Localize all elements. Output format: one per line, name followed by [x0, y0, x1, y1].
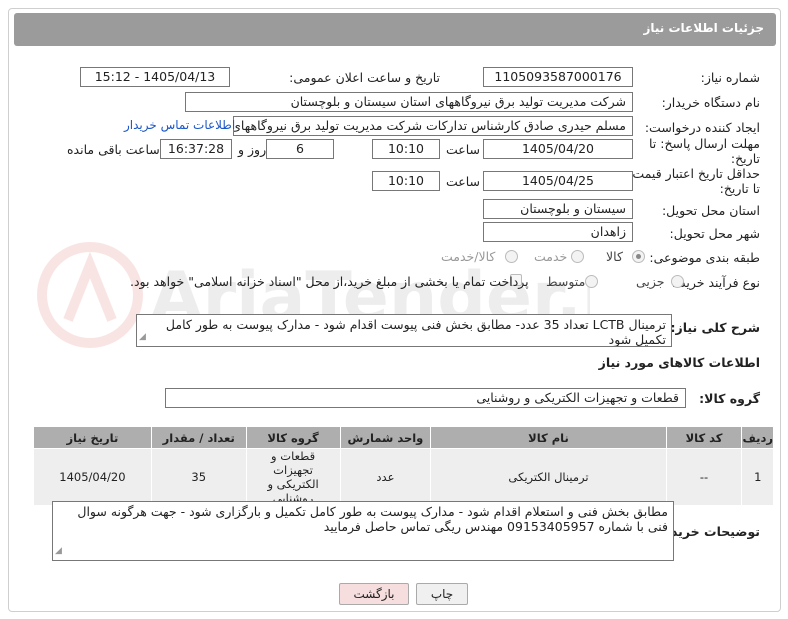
col-qty: تعداد / مقدار [150, 426, 247, 449]
cell-code: -- [665, 448, 743, 506]
resize-grip-icon[interactable]: ◢ [55, 544, 62, 559]
province-field: سیستان و بلوچستان [483, 199, 633, 219]
cell-date: 1405/04/20 [33, 448, 152, 506]
reply-deadline-label: مهلت ارسال پاسخ: تا تاریخ: [649, 136, 760, 166]
category-radio-goods-service[interactable] [505, 250, 518, 263]
validity-time-field: 10:10 [372, 171, 440, 191]
category-goods-service-label: کالا/خدمت [441, 249, 496, 264]
validity-date-field: 1405/04/25 [483, 171, 633, 191]
cell-group: قطعات و تجهیزات الکتریکی و روشنایی [245, 448, 341, 506]
days-label: روز و [238, 142, 267, 157]
description-textarea[interactable]: ترمینال LCTB تعداد 35 عدد- مطابق بخش فنی… [136, 314, 672, 347]
reply-date-field: 1405/04/20 [483, 139, 633, 159]
buyer-org-label: نام دستگاه خریدار: [661, 95, 760, 110]
category-radio-goods[interactable] [632, 250, 645, 263]
validity-time-label: ساعت [446, 174, 481, 189]
purchase-radio-medium[interactable] [585, 275, 598, 288]
table-row: 1 -- ترمینال الکتریکی عدد قطعات و تجهیزا… [33, 448, 774, 506]
buyer-notes-text: مطابق بخش فنی و استعلام اقدام شود - مدار… [77, 504, 668, 534]
cell-qty: 35 [150, 448, 247, 506]
reply-time-label: ساعت [446, 142, 481, 157]
buyer-org-field: شرکت مدیریت تولید برق نیروگاههای استان س… [185, 92, 633, 112]
col-row: ردیف [741, 426, 774, 449]
purchase-minor-label: جزیی [636, 274, 665, 289]
goods-group-label: گروه کالا: [699, 391, 760, 406]
province-label: استان محل تحویل: [661, 203, 760, 218]
treasury-payment-note: پرداخت تمام یا بخشی از مبلغ خرید،از محل … [130, 274, 529, 289]
resize-grip-icon[interactable]: ◢ [139, 330, 146, 345]
requester-label: ایجاد کننده درخواست: [644, 120, 760, 135]
col-name: نام کالا [430, 426, 667, 449]
goods-group-field: قطعات و تجهیزات الکتریکی و روشنایی [165, 388, 686, 408]
requester-field: مسلم حیدری صادق کارشناس تدارکات شرکت مدی… [233, 116, 633, 136]
cell-name: ترمینال الکتریکی [430, 448, 667, 506]
description-label: شرح کلی نیاز: [670, 320, 760, 335]
announce-field: 1405/04/13 - 15:12 [80, 67, 230, 87]
category-service-label: خدمت [534, 249, 568, 264]
city-label: شهر محل تحویل: [669, 226, 760, 241]
col-code: کد کالا [665, 426, 743, 449]
buyer-notes-textarea[interactable]: مطابق بخش فنی و استعلام اقدام شود - مدار… [52, 501, 674, 561]
need-number-field: 1105093587000176 [483, 67, 633, 87]
col-group: گروه کالا [245, 426, 341, 449]
need-number-label: شماره نیاز: [700, 70, 760, 85]
col-date: تاریخ نیاز [33, 426, 152, 449]
print-button[interactable]: چاپ [416, 583, 468, 605]
goods-table-header: ردیف کد کالا نام کالا واحد شمارش گروه کا… [33, 426, 774, 449]
purchase-type-label: نوع فرآیند خرید : [671, 275, 760, 290]
goods-table: ردیف کد کالا نام کالا واحد شمارش گروه کا… [33, 426, 774, 506]
page-title: جزئیات اطلاعات نیاز [643, 21, 764, 35]
price-validity-label: حداقل تاریخ اعتبار قیمت: تا تاریخ: [628, 166, 760, 196]
remaining-time-label: ساعت باقی مانده [67, 142, 160, 157]
cell-row: 1 [741, 448, 774, 506]
days-field: 6 [266, 139, 334, 159]
cell-unit: عدد [339, 448, 432, 506]
announce-label: تاریخ و ساعت اعلان عمومی: [289, 70, 440, 85]
category-label: طبقه بندی موضوعی: [649, 250, 760, 265]
page-header: جزئیات اطلاعات نیاز [14, 13, 776, 46]
col-unit: واحد شمارش [339, 426, 432, 449]
city-field: زاهدان [483, 222, 633, 242]
remaining-time-field: 16:37:28 [160, 139, 232, 159]
goods-section-title: اطلاعات کالاهای مورد نیاز [598, 355, 760, 370]
buyer-contact-link[interactable]: اطلاعات تماس خریدار [124, 118, 235, 132]
reply-time-field: 10:10 [372, 139, 440, 159]
category-radio-service[interactable] [571, 250, 584, 263]
back-button[interactable]: بازگشت [339, 583, 409, 605]
category-goods-label: کالا [606, 249, 623, 264]
purchase-radio-minor[interactable] [671, 275, 684, 288]
description-text: ترمینال LCTB تعداد 35 عدد- مطابق بخش فنی… [165, 317, 666, 347]
purchase-medium-label: متوسط [546, 274, 586, 289]
